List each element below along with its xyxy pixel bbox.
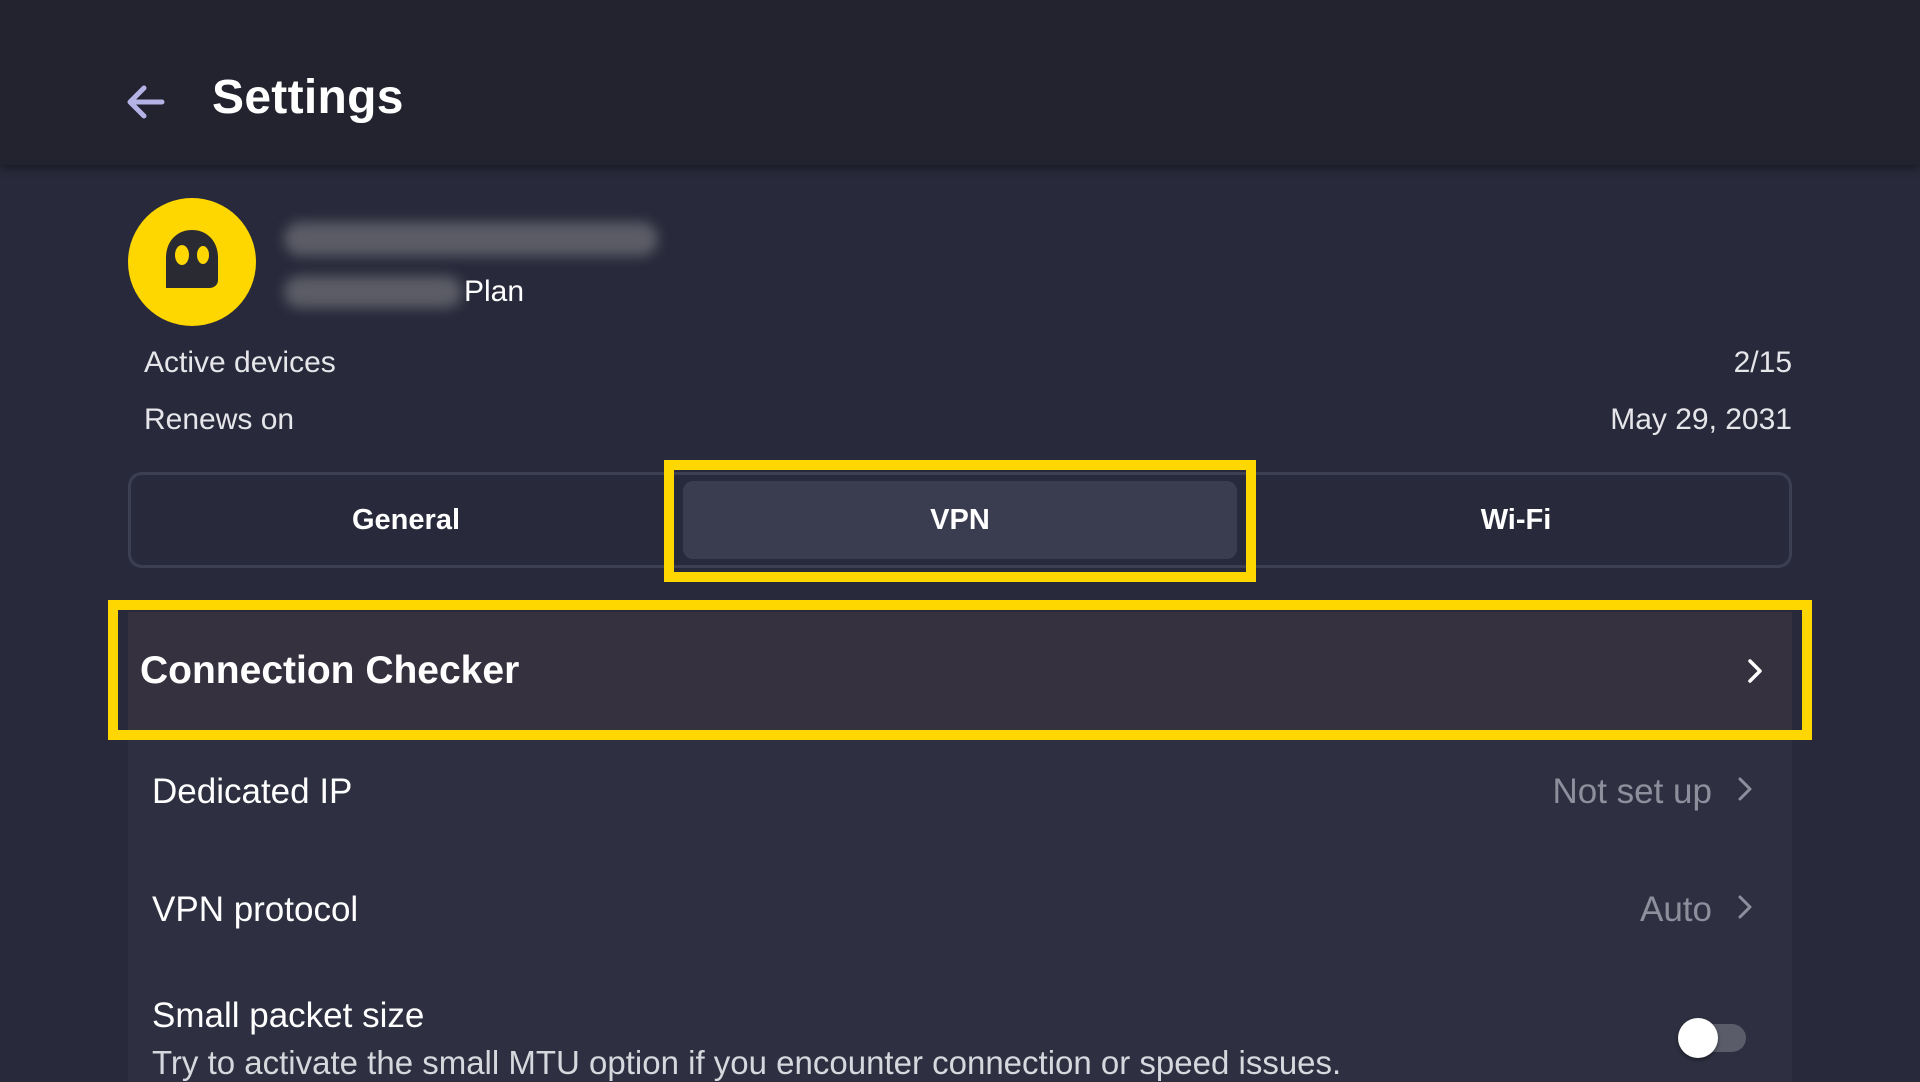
avatar	[128, 198, 256, 326]
small-packet-label: Small packet size	[152, 996, 425, 1035]
chevron-right-icon	[1732, 776, 1758, 802]
ghost-logo-icon	[166, 230, 218, 288]
redacted-plan-name	[284, 276, 462, 308]
active-devices-label: Active devices	[144, 346, 336, 379]
redacted-account-name	[284, 222, 658, 256]
connection-checker-item[interactable]: Connection Checker	[128, 612, 1792, 730]
active-devices-row: Active devices 2/15	[144, 346, 1792, 380]
connection-checker-label: Connection Checker	[140, 649, 520, 692]
tab-wifi[interactable]: Wi-Fi	[1243, 475, 1789, 565]
back-button[interactable]	[120, 76, 172, 128]
renews-label: Renews on	[144, 403, 295, 436]
renews-row: Renews on May 29, 2031	[144, 403, 1792, 437]
tab-vpn[interactable]: VPN	[683, 481, 1237, 559]
small-packet-toggle[interactable]	[1678, 1018, 1746, 1058]
small-packet-description: Try to activate the small MTU option if …	[152, 1044, 1342, 1081]
active-devices-value: 2/15	[1733, 346, 1792, 379]
tab-general[interactable]: General	[131, 475, 681, 565]
chevron-right-icon	[1742, 658, 1768, 684]
page-title: Settings	[212, 71, 404, 124]
dedicated-ip-label: Dedicated IP	[152, 772, 353, 811]
chevron-right-icon	[1732, 894, 1758, 920]
vpn-protocol-value: Auto	[1640, 890, 1712, 929]
vpn-protocol-item[interactable]: VPN protocol Auto	[128, 860, 1792, 960]
arrow-left-icon	[127, 85, 165, 119]
renews-value: May 29, 2031	[1610, 403, 1792, 436]
plan-label: Plan	[464, 275, 525, 308]
vpn-protocol-label: VPN protocol	[152, 890, 359, 929]
toggle-knob	[1678, 1018, 1718, 1058]
dedicated-ip-value: Not set up	[1552, 772, 1712, 811]
top-bar: Settings	[0, 0, 1920, 165]
dedicated-ip-item[interactable]: Dedicated IP Not set up	[128, 742, 1792, 842]
settings-tabs: General VPN Wi-Fi	[128, 472, 1792, 568]
